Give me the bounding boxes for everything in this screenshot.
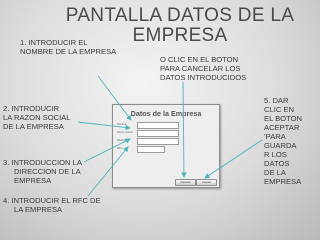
arrow-step4 [87, 146, 129, 197]
arrow-step2 [77, 121, 131, 131]
arrow-step3 [83, 138, 131, 163]
pointer-arrows [77, 75, 263, 197]
arrow-step1 [97, 75, 132, 121]
arrow-step5 [204, 139, 263, 179]
arrow-cancel [181, 81, 187, 178]
